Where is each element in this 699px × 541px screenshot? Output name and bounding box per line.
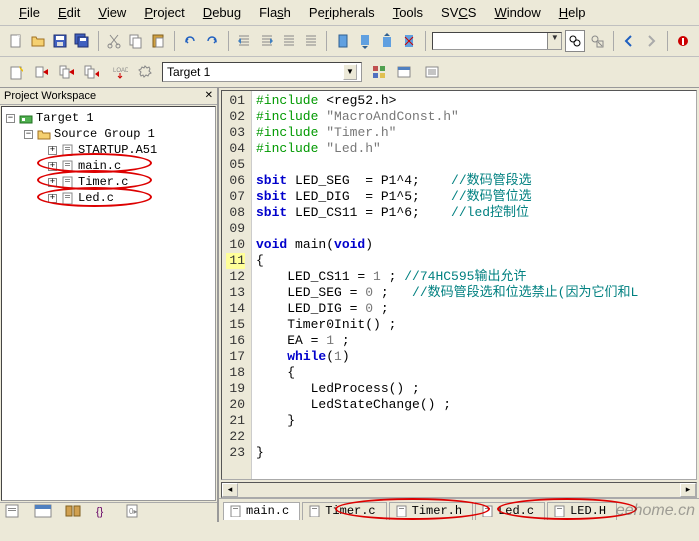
nav-back-button[interactable] xyxy=(620,30,639,52)
options-button[interactable] xyxy=(134,61,156,83)
save-button[interactable] xyxy=(50,30,69,52)
cut-button[interactable] xyxy=(104,30,123,52)
menu-edit[interactable]: Edit xyxy=(49,3,89,22)
file-icon xyxy=(61,160,75,172)
watermark: eehome.cn xyxy=(616,502,695,520)
editor-tab[interactable]: Led.c xyxy=(475,502,545,520)
menu-flash[interactable]: Flash xyxy=(250,3,300,22)
workspace-title-bar: Project Workspace ✕ xyxy=(0,88,217,105)
workspace-tabs: {} 0▸ xyxy=(0,502,217,522)
svg-text:0▸: 0▸ xyxy=(129,507,137,516)
workspace-title: Project Workspace xyxy=(4,90,96,102)
code-editor[interactable]: 0102030405060708091011121314151617181920… xyxy=(221,90,697,480)
ws-tab-templ[interactable]: 0▸ xyxy=(124,503,142,522)
tree-target[interactable]: − Target 1 xyxy=(4,110,213,126)
editor-tabs: main.cTimer.cTimer.hLed.cLED.Heehome.cn xyxy=(219,498,699,522)
rebuild-button[interactable] xyxy=(56,61,78,83)
stop-build-button[interactable] xyxy=(81,61,103,83)
ws-tab-books[interactable] xyxy=(64,503,82,522)
find-in-files-button[interactable] xyxy=(588,30,607,52)
tool-a-button[interactable] xyxy=(368,61,390,83)
project-workspace-panel: Project Workspace ✕ − Target 1 − Source … xyxy=(0,88,219,522)
tool-c-button[interactable] xyxy=(421,61,443,83)
uncomment-button[interactable] xyxy=(301,30,320,52)
ws-tab-regs[interactable] xyxy=(34,503,52,522)
redo-button[interactable] xyxy=(203,30,222,52)
save-all-button[interactable] xyxy=(72,30,91,52)
editor-tab[interactable]: Timer.c xyxy=(302,502,386,520)
target-icon xyxy=(19,112,33,124)
code-content[interactable]: #include <reg52.h>#include "MacroAndCons… xyxy=(252,91,696,479)
target-dropdown[interactable]: Target 1 ▼ xyxy=(162,62,362,82)
expand-icon[interactable]: + xyxy=(48,162,57,171)
build-button[interactable] xyxy=(31,61,53,83)
main-toolbar: ▼ xyxy=(0,26,699,57)
expand-icon[interactable]: + xyxy=(48,194,57,203)
new-file-button[interactable] xyxy=(6,30,25,52)
copy-button[interactable] xyxy=(127,30,146,52)
bookmark-clear-button[interactable] xyxy=(400,30,419,52)
editor-tab[interactable]: main.c xyxy=(223,502,300,520)
line-gutter: 0102030405060708091011121314151617181920… xyxy=(222,91,252,479)
download-button[interactable]: LOAD xyxy=(109,61,131,83)
menu-file[interactable]: File xyxy=(10,3,49,22)
tree-file[interactable]: +STARTUP.A51 xyxy=(4,142,213,158)
build-toolbar: LOAD Target 1 ▼ xyxy=(0,57,699,88)
tree-file[interactable]: +Led.c xyxy=(4,190,213,206)
translate-button[interactable] xyxy=(6,61,28,83)
tree-file[interactable]: +Timer.c xyxy=(4,174,213,190)
ws-tab-files[interactable] xyxy=(4,503,22,522)
expand-icon[interactable]: + xyxy=(48,146,57,155)
find-combo[interactable]: ▼ xyxy=(432,30,563,52)
nav-forward-button[interactable] xyxy=(642,30,661,52)
bookmark-toggle-button[interactable] xyxy=(333,30,352,52)
comment-button[interactable] xyxy=(279,30,298,52)
scroll-left-button[interactable]: ◂ xyxy=(222,483,238,497)
menu-view[interactable]: View xyxy=(89,3,135,22)
menu-debug[interactable]: Debug xyxy=(194,3,250,22)
collapse-icon[interactable]: − xyxy=(6,114,15,123)
menu-peripherals[interactable]: Peripherals xyxy=(300,3,384,22)
editor-tab[interactable]: LED.H xyxy=(547,502,617,520)
bookmark-prev-button[interactable] xyxy=(378,30,397,52)
menubar: FileEditViewProjectDebugFlashPeripherals… xyxy=(0,0,699,26)
folder-icon xyxy=(37,128,51,140)
debug-button[interactable] xyxy=(674,30,693,52)
file-icon xyxy=(61,176,75,188)
scroll-right-button[interactable]: ▸ xyxy=(680,483,696,497)
project-tree[interactable]: − Target 1 − Source Group 1 +STARTUP.A51… xyxy=(1,106,216,501)
undo-button[interactable] xyxy=(181,30,200,52)
menu-window[interactable]: Window xyxy=(485,3,549,22)
open-file-button[interactable] xyxy=(28,30,47,52)
target-dropdown-value: Target 1 xyxy=(167,65,210,79)
menu-svcs[interactable]: SVCS xyxy=(432,3,485,22)
tree-group[interactable]: − Source Group 1 xyxy=(4,126,213,142)
horizontal-scrollbar[interactable]: ◂ ▸ xyxy=(221,482,697,498)
file-icon xyxy=(61,192,75,204)
tool-b-button[interactable] xyxy=(393,61,415,83)
editor-area: 0102030405060708091011121314151617181920… xyxy=(219,88,699,522)
svg-text:{}: {} xyxy=(96,506,104,518)
menu-help[interactable]: Help xyxy=(550,3,595,22)
paste-button[interactable] xyxy=(149,30,168,52)
editor-tab[interactable]: Timer.h xyxy=(389,502,473,520)
collapse-icon[interactable]: − xyxy=(24,130,33,139)
menu-project[interactable]: Project xyxy=(135,3,193,22)
chevron-down-icon: ▼ xyxy=(343,64,357,80)
indent-right-button[interactable] xyxy=(257,30,276,52)
menu-tools[interactable]: Tools xyxy=(384,3,432,22)
expand-icon[interactable]: + xyxy=(48,178,57,187)
close-icon[interactable]: ✕ xyxy=(205,90,213,102)
bookmark-next-button[interactable] xyxy=(355,30,374,52)
ws-tab-func[interactable]: {} xyxy=(94,503,112,522)
file-icon xyxy=(61,144,75,156)
tree-file[interactable]: +main.c xyxy=(4,158,213,174)
indent-left-button[interactable] xyxy=(235,30,254,52)
find-button[interactable] xyxy=(565,30,584,52)
